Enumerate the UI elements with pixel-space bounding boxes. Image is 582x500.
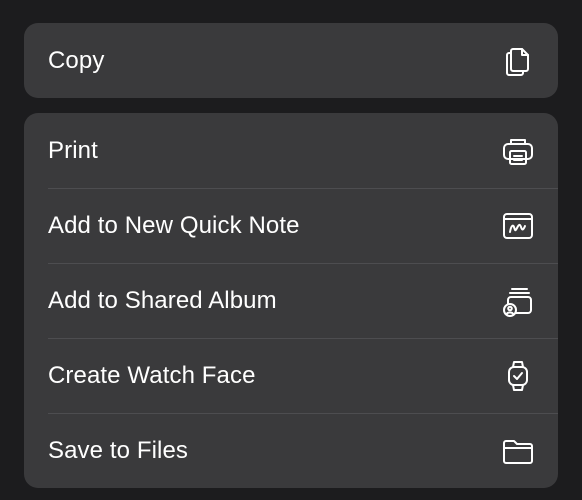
print-action[interactable]: Print <box>24 113 558 188</box>
print-label: Print <box>48 136 98 164</box>
watch-icon <box>500 358 536 394</box>
copy-label: Copy <box>48 46 105 74</box>
shared-album-label: Add to Shared Album <box>48 286 277 314</box>
watch-face-label: Create Watch Face <box>48 361 256 389</box>
shared-album-action[interactable]: Add to Shared Album <box>24 263 558 338</box>
action-group-main: Print Add to New Quick Note Add to Share… <box>24 113 558 488</box>
save-to-files-action[interactable]: Save to Files <box>24 413 558 488</box>
quick-note-icon <box>500 208 536 244</box>
folder-icon <box>500 433 536 469</box>
quick-note-label: Add to New Quick Note <box>48 211 300 239</box>
copy-icon <box>500 43 536 79</box>
printer-icon <box>500 133 536 169</box>
action-group-copy: Copy <box>24 23 558 98</box>
save-to-files-label: Save to Files <box>48 436 189 464</box>
watch-face-action[interactable]: Create Watch Face <box>24 338 558 413</box>
copy-action[interactable]: Copy <box>24 23 558 98</box>
quick-note-action[interactable]: Add to New Quick Note <box>24 188 558 263</box>
shared-album-icon <box>500 283 536 319</box>
share-sheet-actions: Copy Print Add to New Quick Note Add to … <box>0 0 582 500</box>
